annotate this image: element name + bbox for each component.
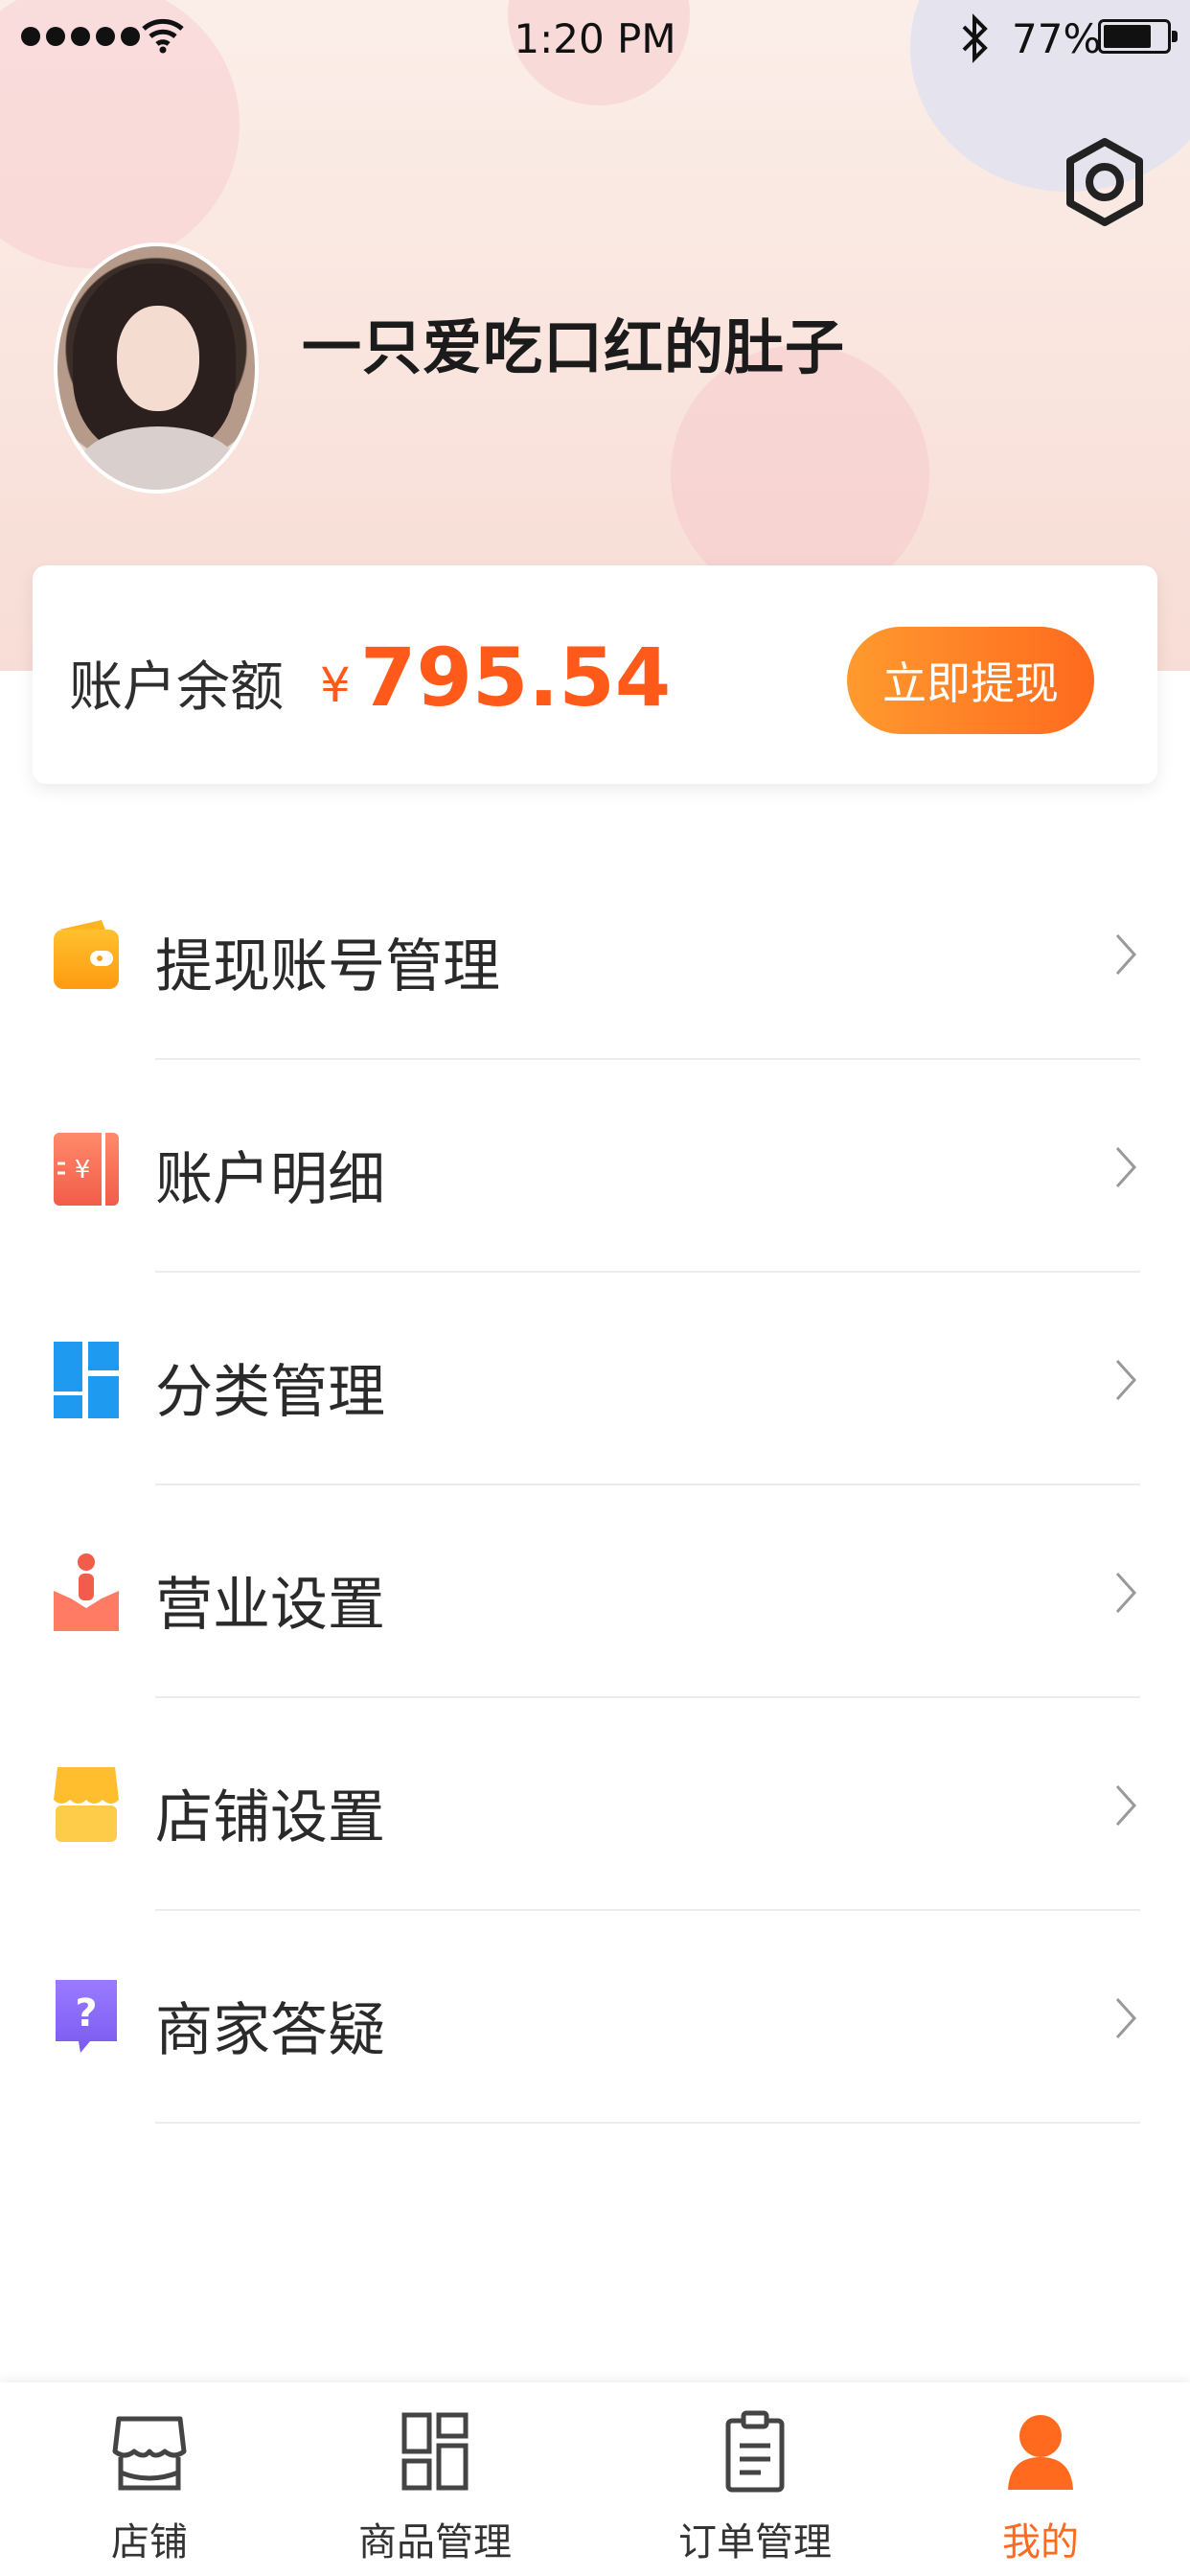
chevron-right-icon xyxy=(1115,1997,1137,2039)
chevron-right-icon xyxy=(1115,933,1137,976)
bottom-tab-bar: 店铺 商品管理 订单管理 我的 xyxy=(0,2382,1190,2576)
chevron-right-icon xyxy=(1115,1784,1137,1827)
svg-text:?: ? xyxy=(75,1991,97,2036)
tab-store[interactable]: 店铺 xyxy=(34,2382,264,2576)
battery-icon xyxy=(1098,19,1178,54)
menu-list: 提现账号管理 ¥ 账户明细 分类管理 营业设置 店铺设置 ? 商家答疑 xyxy=(0,847,1190,2124)
products-grid-icon xyxy=(401,2412,469,2491)
menu-item-account-details[interactable]: ¥ 账户明细 xyxy=(0,1060,1190,1273)
menu-item-label: 账户明细 xyxy=(155,1146,385,1213)
menu-item-label: 商家答疑 xyxy=(155,1997,385,2064)
menu-item-label: 店铺设置 xyxy=(155,1784,385,1852)
tab-mine[interactable]: 我的 xyxy=(926,2382,1156,2576)
wallet-icon xyxy=(54,920,119,989)
menu-item-label: 分类管理 xyxy=(155,1359,385,1426)
bluetooth-icon xyxy=(962,13,988,63)
battery-percentage: 77% xyxy=(1012,15,1102,62)
menu-item-label: 营业设置 xyxy=(155,1572,385,1639)
withdraw-button[interactable]: 立即提现 xyxy=(847,627,1094,734)
question-bubble-icon: ? xyxy=(56,1980,117,2053)
menu-item-store-settings[interactable]: 店铺设置 xyxy=(0,1698,1190,1911)
chevron-right-icon xyxy=(1115,1572,1137,1614)
username: 一只爱吃口红的肚子 xyxy=(302,312,846,382)
menu-item-label: 提现账号管理 xyxy=(155,933,500,1000)
tab-product-management[interactable]: 商品管理 xyxy=(320,2382,550,2576)
menu-item-merchant-faq[interactable]: ? 商家答疑 xyxy=(0,1911,1190,2124)
chevron-right-icon xyxy=(1115,1359,1137,1401)
balance-label: 账户余额 xyxy=(69,656,284,719)
grid-category-icon xyxy=(54,1342,119,1418)
avatar[interactable] xyxy=(54,242,259,494)
balance-amount: 795.54 xyxy=(360,631,672,724)
tab-label: 店铺 xyxy=(111,2520,188,2564)
divider xyxy=(155,2122,1140,2124)
store-awning-icon xyxy=(54,1767,119,1842)
svg-text:¥: ¥ xyxy=(75,1156,91,1184)
ticket-yuan-icon: ¥ xyxy=(54,1133,119,1206)
business-person-icon xyxy=(54,1553,119,1631)
menu-item-business-settings[interactable]: 营业设置 xyxy=(0,1485,1190,1698)
person-icon xyxy=(1008,2415,1073,2490)
menu-item-category-management[interactable]: 分类管理 xyxy=(0,1273,1190,1485)
tab-label: 商品管理 xyxy=(358,2520,512,2564)
chevron-right-icon xyxy=(1115,1146,1137,1188)
clipboard-icon xyxy=(725,2410,785,2493)
menu-item-withdraw-account[interactable]: 提现账号管理 xyxy=(0,847,1190,1060)
status-bar: 1:20 PM 77% xyxy=(0,0,1190,82)
balance-card: 账户余额 ¥ 795.54 立即提现 xyxy=(33,565,1157,784)
settings-icon[interactable] xyxy=(1062,134,1148,230)
store-icon xyxy=(112,2416,187,2491)
tab-label: 我的 xyxy=(1002,2520,1079,2564)
tab-order-management[interactable]: 订单管理 xyxy=(640,2382,870,2576)
currency-symbol: ¥ xyxy=(320,657,351,713)
tab-label: 订单管理 xyxy=(678,2520,832,2564)
